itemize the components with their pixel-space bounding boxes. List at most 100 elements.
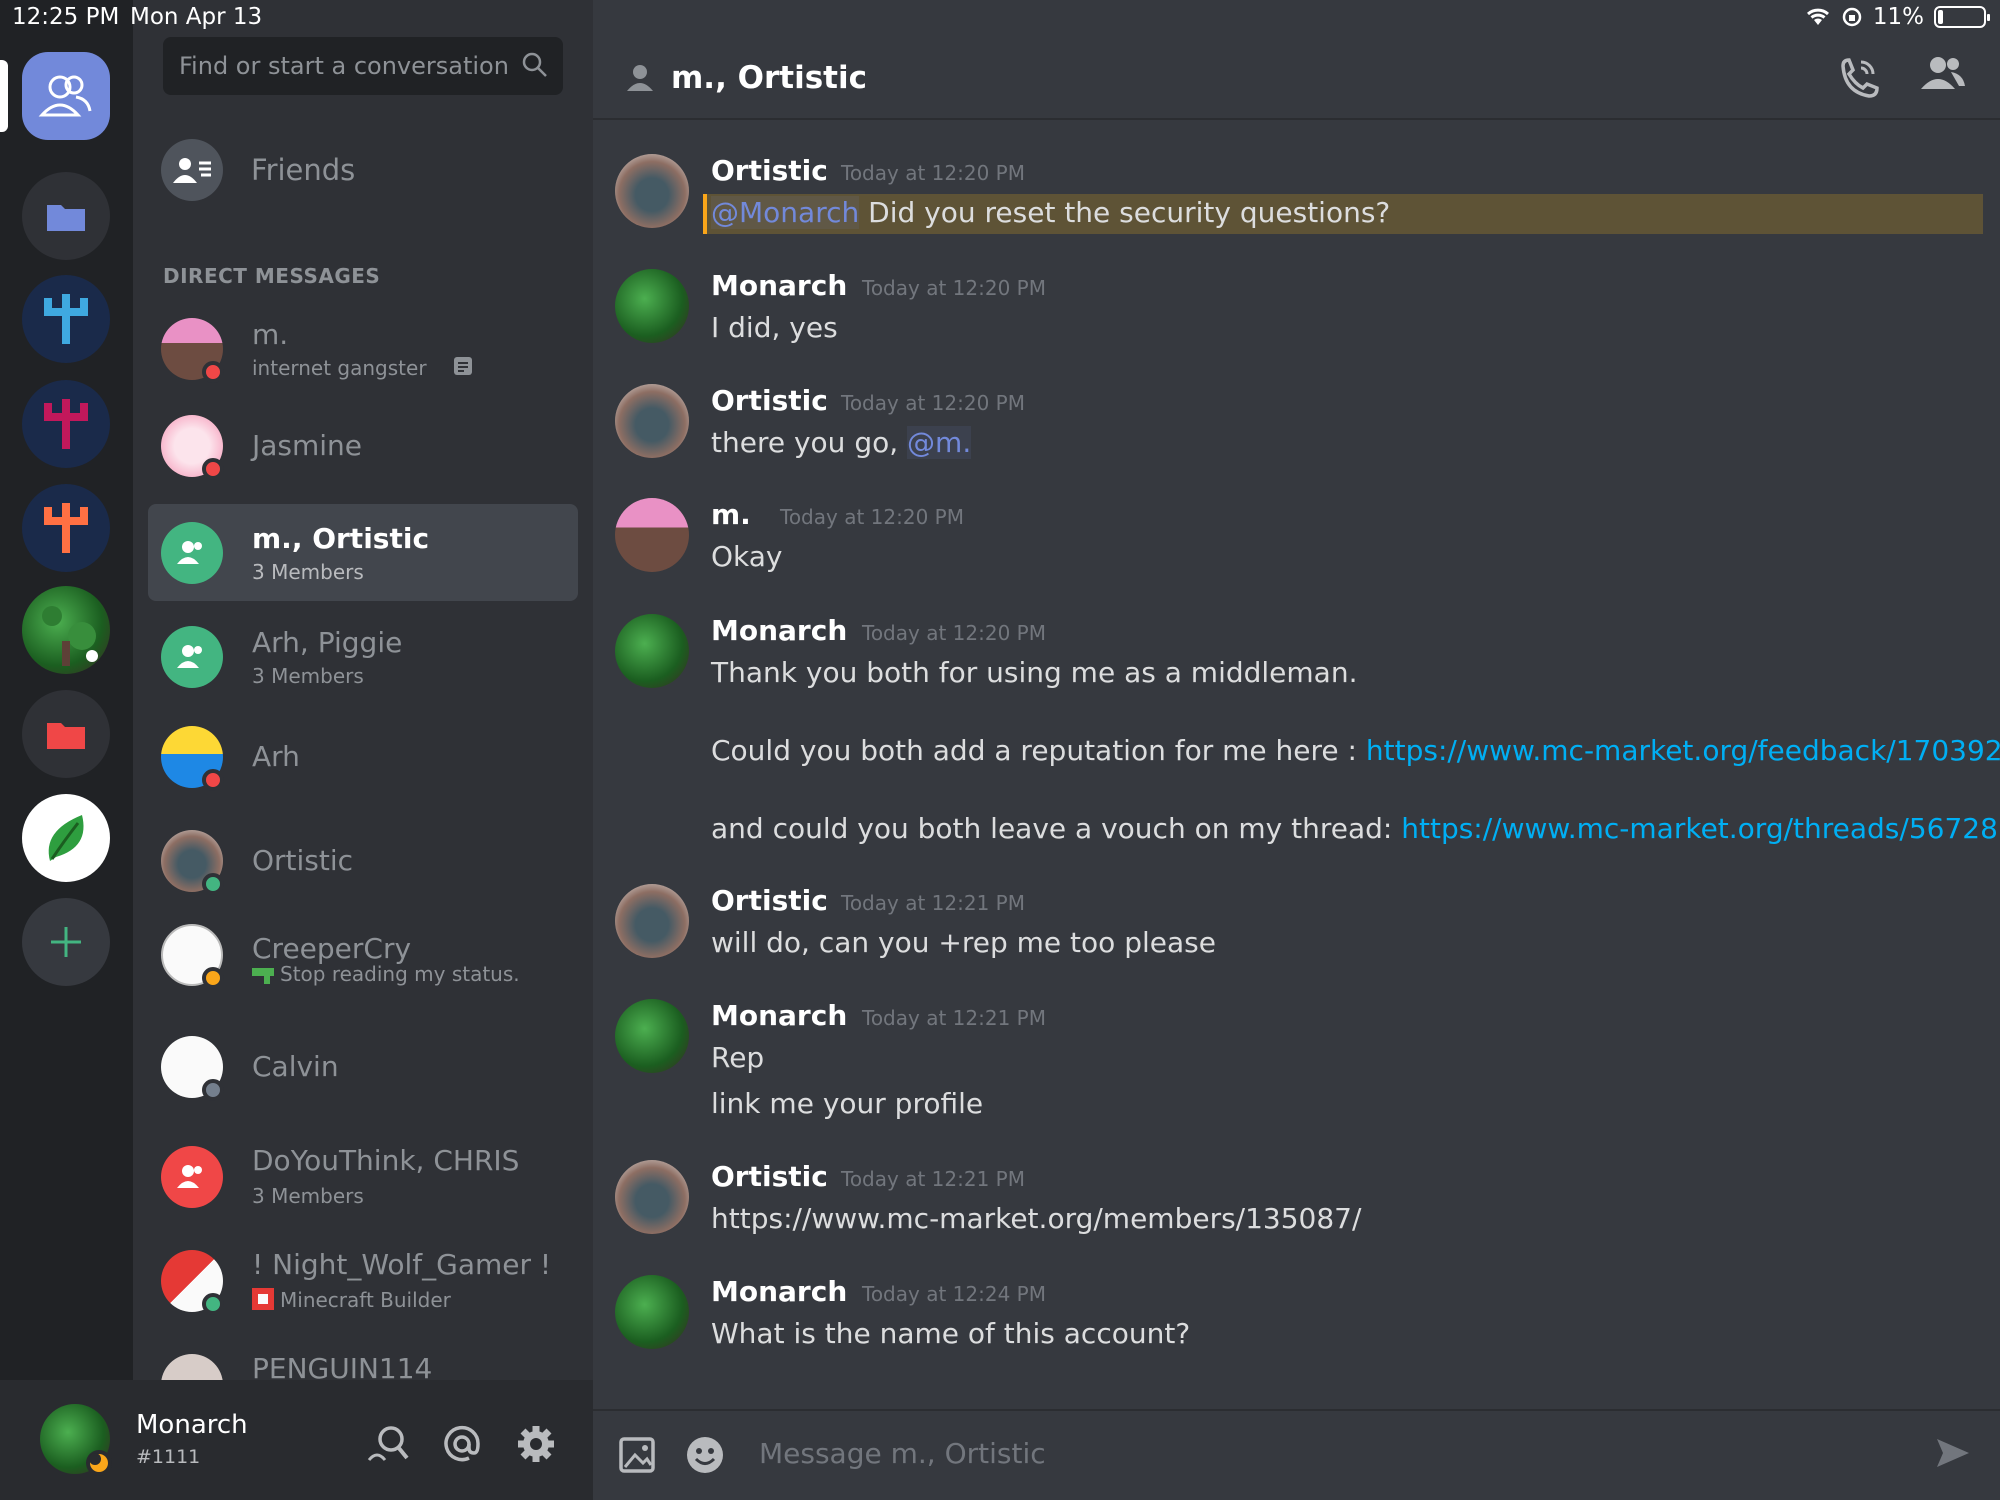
dm-sub: 3 Members <box>252 560 364 584</box>
message-author[interactable]: Monarch <box>711 614 847 647</box>
folder-red-icon <box>47 723 85 749</box>
dm-item-night-wolf-gamer[interactable]: ! Night_Wolf_Gamer ! Minecraft Builder <box>148 1232 578 1329</box>
message-author[interactable]: Monarch <box>711 1275 847 1308</box>
message-input[interactable]: Message m., Ortistic <box>759 1437 1046 1470</box>
status-bar: 12:25 PM Mon Apr 13 11% <box>0 0 2000 36</box>
dm-section-header: DIRECT MESSAGES <box>163 264 381 288</box>
dm-name: DoYouThink, CHRIS <box>252 1144 520 1177</box>
dm-item-calvin[interactable]: Calvin <box>148 1018 578 1115</box>
thread-link[interactable]: https://www.mc-market.org/threads/567285… <box>1401 812 2000 845</box>
server-rail <box>0 0 133 1500</box>
message-author[interactable]: Ortistic <box>711 1160 828 1193</box>
search-people-icon <box>367 1426 409 1461</box>
chat-area: m., Ortistic Ortistic Today at 12:20 PM … <box>593 0 2000 1500</box>
message-avatar[interactable] <box>615 154 689 228</box>
dm-item-m[interactable]: m. internet gangster <box>148 300 578 397</box>
message-text: link me your profile <box>711 1087 984 1120</box>
message-avatar[interactable] <box>615 1160 689 1234</box>
message-author[interactable]: Ortistic <box>711 884 828 917</box>
dm-item-doyouthink-chris[interactable]: DoYouThink, CHRIS 3 Members <box>148 1128 578 1225</box>
dm-item-group-m-ortistic[interactable]: m., Ortistic 3 Members <box>148 504 578 601</box>
dm-sub: 3 Members <box>252 664 364 688</box>
dnd-status-icon <box>202 458 224 480</box>
server-trident-orange[interactable] <box>22 484 110 572</box>
send-icon <box>1937 1439 1969 1467</box>
call-button[interactable] <box>1839 56 1879 104</box>
dm-item-arh[interactable]: Arh <box>148 708 578 805</box>
dnd-status-icon <box>202 361 224 383</box>
user-panel: Monarch #1111 <box>0 1380 593 1500</box>
message-text: Rep <box>711 1041 765 1074</box>
server-leaf[interactable] <box>22 794 110 882</box>
emoji-icon <box>687 1437 723 1473</box>
note-icon <box>454 357 472 375</box>
message-author[interactable]: Monarch <box>711 269 847 302</box>
dm-sub: Minecraft Builder <box>280 1288 451 1312</box>
message-avatar[interactable] <box>615 999 689 1073</box>
leaf-icon <box>48 815 84 861</box>
chat-header: m., Ortistic <box>593 36 2000 120</box>
group-icon <box>177 541 202 564</box>
search-people-button[interactable] <box>364 1420 412 1468</box>
dm-name: Jasmine <box>252 429 363 462</box>
image-icon <box>619 1437 655 1473</box>
dm-item-ortistic[interactable]: Ortistic <box>148 812 578 909</box>
server-trident-red[interactable] <box>22 380 110 468</box>
group-avatar <box>161 1146 223 1208</box>
message-author[interactable]: Ortistic <box>711 154 828 187</box>
battery-percent: 11% <box>1872 4 1924 30</box>
dm-sub: 3 Members <box>252 1184 364 1208</box>
message-avatar[interactable] <box>615 498 689 572</box>
message-author[interactable]: Ortistic <box>711 384 828 417</box>
dm-item-creepercry[interactable]: CreeperCry Stop reading my status. <box>148 906 578 1003</box>
idle-status-icon <box>86 1450 112 1476</box>
message-avatar[interactable] <box>615 269 689 343</box>
profile-link[interactable]: https://www.mc-market.org/members/135087… <box>711 1202 1361 1235</box>
emoji-button[interactable] <box>685 1435 725 1479</box>
group-icon <box>177 645 202 668</box>
mention[interactable]: @m. <box>907 426 972 459</box>
friends-link[interactable]: Friends <box>161 137 563 203</box>
folder-icon <box>47 205 85 231</box>
server-jungle[interactable] <box>22 586 110 674</box>
offline-status-icon <box>202 1079 224 1101</box>
message-author[interactable]: m. <box>711 498 751 531</box>
group-icon <box>177 1165 202 1188</box>
message-avatar[interactable] <box>615 884 689 958</box>
dm-item-arh-piggie[interactable]: Arh, Piggie 3 Members <box>148 608 578 705</box>
mentions-button[interactable] <box>438 1420 486 1468</box>
message-text: I did, yes <box>711 311 838 344</box>
message-timestamp: Today at 12:21 PM <box>841 1167 1025 1191</box>
member-list-button[interactable] <box>1921 56 1965 94</box>
upload-image-button[interactable] <box>619 1435 657 1479</box>
dm-item-jasmine[interactable]: Jasmine <box>148 397 578 494</box>
dm-name: Calvin <box>252 1050 339 1083</box>
folder-red-button[interactable] <box>22 690 110 778</box>
message-author[interactable]: Monarch <box>711 999 847 1032</box>
message-avatar[interactable] <box>615 1275 689 1349</box>
home-button[interactable] <box>22 52 110 140</box>
folder-button[interactable] <box>22 172 110 260</box>
search-placeholder: Find or start a conversation <box>179 52 509 80</box>
message-text: and could you both leave a vouch on my t… <box>711 812 1393 845</box>
add-server-button[interactable] <box>22 898 110 986</box>
settings-button[interactable] <box>512 1420 560 1468</box>
message-avatar[interactable] <box>615 614 689 688</box>
send-button[interactable] <box>1935 1435 1971 1475</box>
mention[interactable]: @Monarch <box>711 196 860 229</box>
friends-label: Friends <box>251 153 356 187</box>
members-icon <box>1921 57 1965 89</box>
trident-orange-icon <box>44 503 88 553</box>
message-composer: Message m., Ortistic <box>593 1409 2000 1500</box>
online-status-icon <box>202 1293 224 1315</box>
message-timestamp: Today at 12:20 PM <box>862 276 1046 300</box>
dm-search[interactable]: Find or start a conversation <box>163 37 563 95</box>
phone-call-icon <box>1841 58 1879 98</box>
user-tag: #1111 <box>136 1446 201 1468</box>
message-avatar[interactable] <box>615 384 689 458</box>
message-text: Thank you both for using me as a middlem… <box>711 656 1358 689</box>
online-status-icon <box>202 873 224 895</box>
feedback-link[interactable]: https://www.mc-market.org/feedback/17039… <box>1366 734 2000 767</box>
server-trident-blue[interactable] <box>22 275 110 363</box>
rotation-lock-icon <box>1842 7 1862 27</box>
